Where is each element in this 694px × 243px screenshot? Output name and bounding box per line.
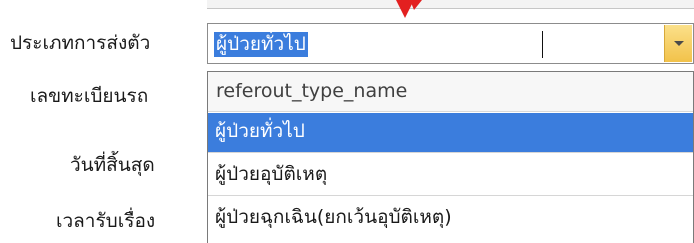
red-pointer-arrow-icon — [396, 0, 422, 18]
license-plate-label: เลขทะเบียนรถ — [30, 85, 149, 107]
previous-field-edge — [207, 0, 694, 9]
dropdown-option-accident-patient[interactable]: ผู้ป่วยอุบัติเหตุ — [208, 156, 693, 196]
chevron-down-icon — [674, 41, 684, 46]
combobox-selected-text[interactable]: ผู้ป่วยทั่วไป — [214, 32, 308, 57]
end-date-label: วันที่สิ้นสุด — [70, 154, 155, 176]
receive-time-label: เวลารับเรื่อง — [56, 210, 156, 232]
referral-type-label: ประเภทการส่งตัว — [10, 32, 151, 54]
dropdown-option-general-patient[interactable]: ผู้ป่วยทั่วไป — [208, 113, 693, 153]
dropdown-option-label: ผู้ป่วยอุบัติเหตุ — [215, 163, 328, 185]
referral-type-combobox[interactable]: ผู้ป่วยทั่วไป — [207, 23, 694, 64]
dropdown-list: referout_type_name ผู้ป่วยทั่วไป ผู้ป่วย… — [207, 71, 694, 243]
dropdown-option-label: ผู้ป่วยทั่วไป — [215, 120, 305, 142]
dropdown-column-header: referout_type_name — [208, 72, 693, 112]
text-cursor — [542, 31, 543, 58]
dropdown-option-emergency-patient[interactable]: ผู้ป่วยฉุกเฉิน(ยกเว้นอุบัติเหตุ) — [208, 199, 693, 239]
dropdown-toggle-button[interactable] — [664, 25, 692, 62]
dropdown-header-label: referout_type_name — [216, 80, 408, 102]
dropdown-option-label: ผู้ป่วยฉุกเฉิน(ยกเว้นอุบัติเหตุ) — [215, 206, 452, 228]
